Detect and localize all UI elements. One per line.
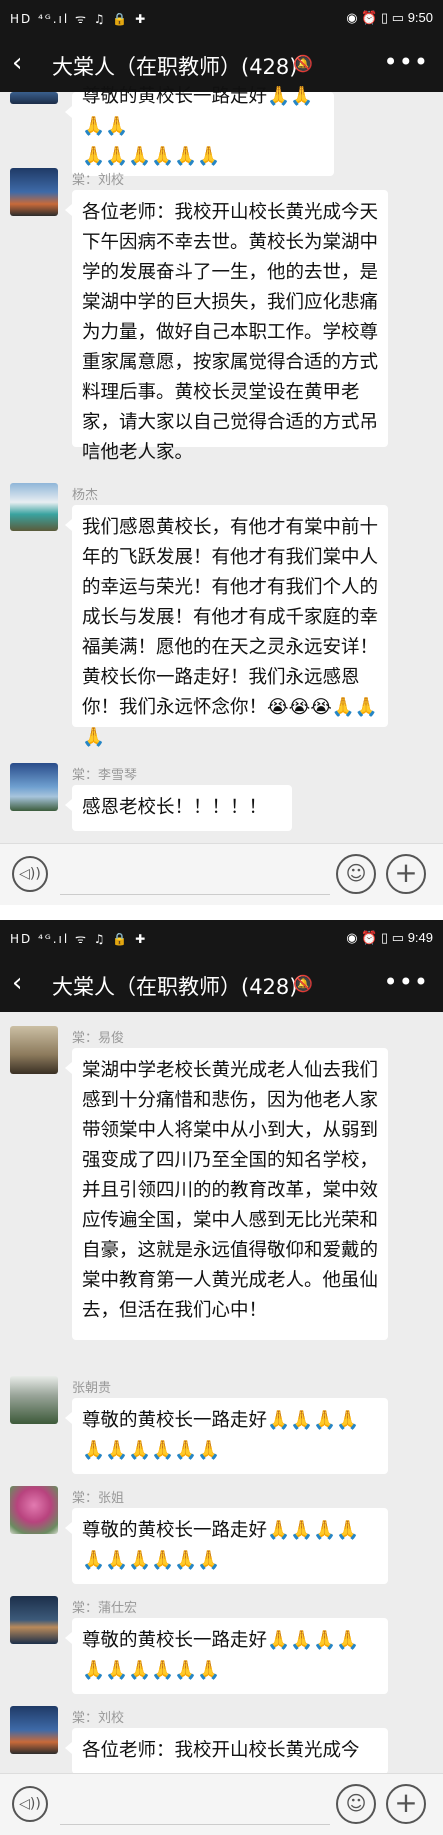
chat-screenshot-1: HD ⁴ᴳ.ıl ᯤ ♫ 🔒 ✚ ◉ ⏰ ▯ ▭ 9:50 ‹ 大棠人（在职教师… — [0, 0, 443, 905]
mute-bell-icon: 🔕 — [293, 974, 313, 993]
status-right-time: ◉ ⏰ ▯ ▭ 9:49 — [346, 930, 433, 945]
message-bubble[interactable]: 尊敬的黄校长一路走好🙏🙏🙏🙏 🙏🙏🙏🙏🙏🙏 — [65, 1618, 388, 1694]
more-options-button[interactable]: ••• — [384, 48, 429, 76]
avatar[interactable] — [10, 92, 58, 104]
avatar[interactable] — [10, 1706, 58, 1754]
voice-icon[interactable]: ◁)) — [12, 1786, 48, 1822]
sender-name: 棠：易俊 — [72, 1030, 125, 1045]
mute-bell-icon: 🔕 — [293, 54, 313, 73]
message-text: 棠湖中学老校长黄光成老人仙去我们感到十分痛惜和悲伤，因为他老人家带领棠中人将棠中… — [82, 1060, 379, 1321]
sender-name: 棠：李雪琴 — [72, 767, 138, 782]
message-text: 尊敬的黄校长一路走好🙏🙏🙏🙏 🙏🙏🙏🙏🙏🙏 — [82, 86, 314, 167]
message-text: 尊敬的黄校长一路走好🙏🙏🙏🙏 🙏🙏🙏🙏🙏🙏 — [82, 1630, 360, 1681]
sender-name: 杨杰 — [72, 487, 99, 502]
plus-icon[interactable]: + — [386, 1784, 426, 1824]
message-text: 尊敬的黄校长一路走好🙏🙏🙏🙏 🙏🙏🙏🙏🙏🙏 — [82, 1410, 360, 1461]
emoji-icon[interactable]: ☺ — [336, 854, 376, 894]
avatar[interactable] — [10, 1596, 58, 1644]
back-arrow-icon[interactable]: ‹ — [12, 968, 42, 1000]
message-text: 各位老师：我校开山校长黄光成今 — [82, 1740, 360, 1761]
status-left-icons: HD ⁴ᴳ.ıl ᯤ ♫ 🔒 ✚ — [10, 12, 148, 26]
message-bubble[interactable]: 尊敬的黄校长一路走好🙏🙏🙏🙏 🙏🙏🙏🙏🙏🙏 — [65, 1398, 388, 1474]
message-text: 我们感恩黄校长，有他才有棠中前十年的飞跃发展！有他才有我们棠中人的幸运与荣光！有… — [82, 517, 379, 748]
message-bubble[interactable]: 尊敬的黄校长一路走好🙏🙏🙏🙏 🙏🙏🙏🙏🙏🙏 — [65, 1508, 388, 1584]
status-bar: HD ⁴ᴳ.ıl ᯤ ♫ 🔒 ✚ ◉ ⏰ ▯ ▭ 9:50 — [0, 0, 443, 36]
chat-header: ‹ 大棠人（在职教师）(428) 🔕 ••• — [0, 956, 443, 1012]
message-text: 尊敬的黄校长一路走好🙏🙏🙏🙏 🙏🙏🙏🙏🙏🙏 — [82, 1520, 360, 1571]
message-bubble[interactable]: 感恩老校长！！！！！ — [65, 785, 292, 831]
avatar[interactable] — [10, 1026, 58, 1074]
sender-name: 棠：张姐 — [72, 1490, 125, 1505]
input-bar: ◁)) ☺ + — [0, 1773, 443, 1835]
more-options-button[interactable]: ••• — [384, 968, 429, 996]
message-bubble[interactable]: 我们感恩黄校长，有他才有棠中前十年的飞跃发展！有他才有我们棠中人的幸运与荣光！有… — [65, 505, 388, 748]
message-bubble[interactable]: 棠湖中学老校长黄光成老人仙去我们感到十分痛惜和悲伤，因为他老人家带领棠中人将棠中… — [65, 1048, 388, 1340]
message-text: 感恩老校长！！！！！ — [82, 797, 268, 818]
sender-name: 棠：蒲仕宏 — [72, 1600, 138, 1615]
message-input[interactable] — [60, 856, 330, 895]
status-left-icons: HD ⁴ᴳ.ıl ᯤ ♫ 🔒 ✚ — [10, 932, 148, 946]
avatar[interactable] — [10, 483, 58, 531]
voice-icon[interactable]: ◁)) — [12, 856, 48, 892]
sender-name: 张朝贵 — [72, 1380, 112, 1395]
input-bar: ◁)) ☺ + — [0, 843, 443, 905]
plus-icon[interactable]: + — [386, 854, 426, 894]
message-bubble[interactable]: 各位老师：我校开山校长黄光成今 — [65, 1728, 388, 1774]
chat-screenshot-2: HD ⁴ᴳ.ıl ᯤ ♫ 🔒 ✚ ◉ ⏰ ▯ ▭ 9:49 ‹ 大棠人（在职教师… — [0, 920, 443, 1835]
avatar[interactable] — [10, 1376, 58, 1424]
avatar[interactable] — [10, 168, 58, 216]
message-bubble[interactable]: 各位老师：我校开山校长黄光成今天下午因病不幸去世。黄校长为棠湖中学的发展奋斗了一… — [65, 190, 388, 463]
status-right-time: ◉ ⏰ ▯ ▭ 9:50 — [346, 10, 433, 25]
chat-title: 大棠人（在职教师）(428) — [52, 975, 298, 999]
chat-title: 大棠人（在职教师）(428) — [52, 55, 298, 79]
message-input[interactable] — [60, 1786, 330, 1825]
back-arrow-icon[interactable]: ‹ — [12, 48, 42, 80]
sender-name: 棠：刘校 — [72, 172, 125, 187]
sender-name: 棠：刘校 — [72, 1710, 125, 1725]
message-bubble[interactable]: 尊敬的黄校长一路走好🙏🙏🙏🙏 🙏🙏🙏🙏🙏🙏 — [65, 86, 334, 176]
message-text: 各位老师：我校开山校长黄光成今天下午因病不幸去世。黄校长为棠湖中学的发展奋斗了一… — [82, 202, 379, 463]
avatar[interactable] — [10, 763, 58, 811]
status-bar: HD ⁴ᴳ.ıl ᯤ ♫ 🔒 ✚ ◉ ⏰ ▯ ▭ 9:49 — [0, 920, 443, 956]
avatar[interactable] — [10, 1486, 58, 1534]
emoji-icon[interactable]: ☺ — [336, 1784, 376, 1824]
